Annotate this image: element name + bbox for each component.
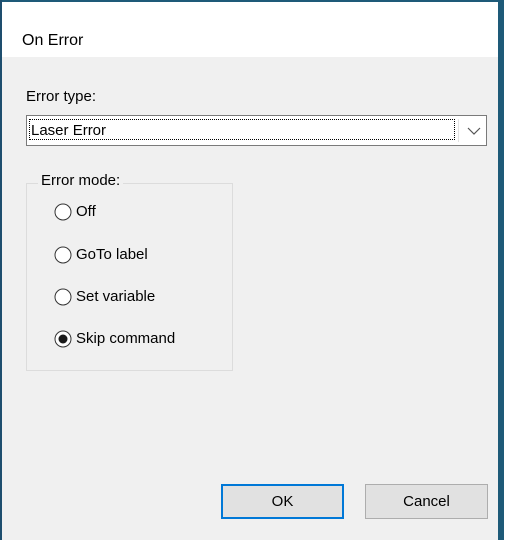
dropdown-separator bbox=[458, 119, 459, 142]
radio-unchecked-icon[interactable] bbox=[54, 246, 72, 264]
error-mode-legend: Error mode: bbox=[38, 172, 124, 189]
radio-checked-icon[interactable] bbox=[54, 330, 72, 348]
title-bar[interactable]: On Error bbox=[2, 0, 498, 57]
dialog-title: On Error bbox=[22, 32, 84, 49]
dialog-window: On Error Error type: Laser Error Error m… bbox=[0, 0, 504, 540]
radio-unchecked-icon[interactable] bbox=[54, 203, 72, 221]
radio-set-variable-label: Set variable bbox=[76, 288, 156, 305]
radio-unchecked-icon[interactable] bbox=[54, 288, 72, 306]
ok-button[interactable]: OK bbox=[221, 484, 344, 519]
radio-goto-label-text: GoTo label bbox=[76, 246, 148, 263]
error-type-selected-value: Laser Error bbox=[31, 122, 107, 139]
error-type-dropdown[interactable]: Laser Error bbox=[26, 115, 487, 146]
chevron-down-icon[interactable] bbox=[467, 126, 481, 136]
error-type-label: Error type: bbox=[26, 88, 97, 105]
cancel-button[interactable]: Cancel bbox=[365, 484, 488, 519]
radio-skip-command-label: Skip command bbox=[76, 330, 176, 347]
radio-off-label: Off bbox=[76, 203, 96, 220]
